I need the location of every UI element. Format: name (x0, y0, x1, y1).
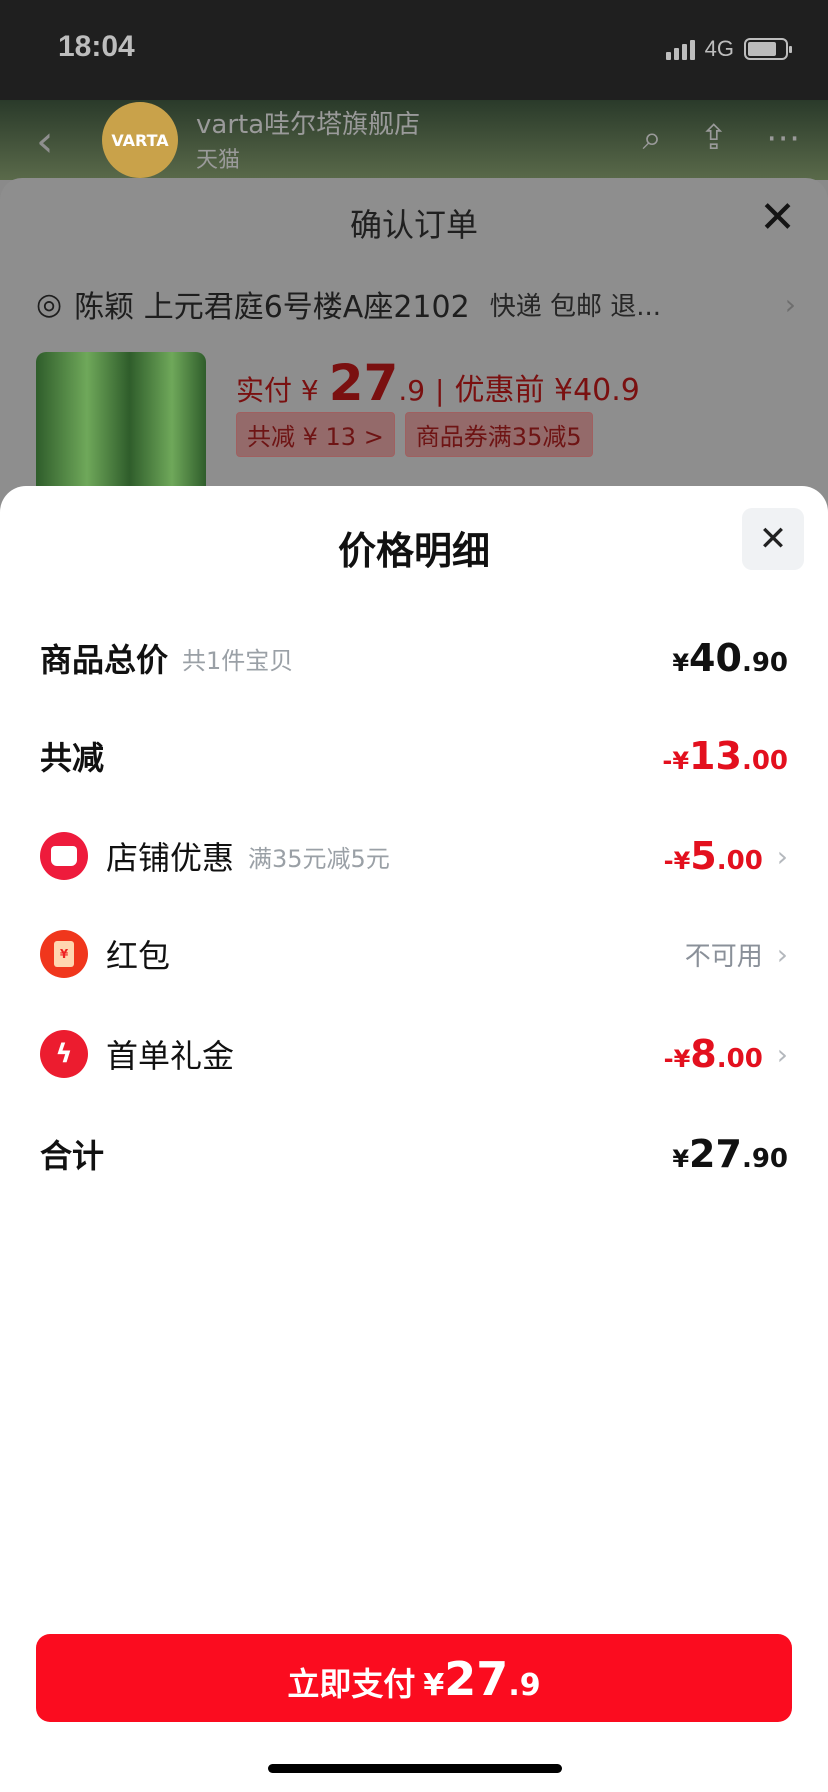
total-price-label: 商品总价 (40, 641, 169, 679)
signal-icon (665, 38, 695, 60)
row-red-packet[interactable]: ¥ 红包 不可用 › (40, 924, 788, 984)
shop-toolbar: ⌕ ⇪ ⋯ (642, 118, 800, 158)
first-order-gift-label: 首单礼金 (106, 1037, 235, 1075)
battery-icon (744, 38, 792, 60)
item-count: 共1件宝贝 (182, 646, 294, 675)
chevron-right-icon: › (776, 937, 788, 971)
home-indicator (268, 1764, 562, 1773)
search-icon[interactable]: ⌕ (642, 118, 661, 158)
delivery-tags: 快递 包邮 退... (489, 291, 662, 322)
price-separator: | (435, 374, 445, 407)
chevron-right-icon: › (776, 1037, 788, 1071)
pay-amount: 27 (444, 1652, 509, 1706)
close-icon[interactable]: ✕ (759, 192, 796, 243)
shop-subtitle: 天猫 (196, 148, 241, 173)
total-price-value: ¥40.90 (672, 636, 788, 680)
price-amount: 27.9 (328, 354, 426, 412)
pay-now-button[interactable]: 立即支付 ¥27.9 (36, 1634, 792, 1722)
store-icon (40, 832, 88, 880)
address-text: 陈颖 上元君庭6号楼A座2102 (74, 290, 470, 325)
price-prefix: 实付 ¥ (236, 374, 319, 407)
location-pin-icon: ◎ (36, 286, 63, 322)
shop-header: ‹ VARTA varta哇尔塔旗舰店 天猫 ⌕ ⇪ ⋯ (0, 100, 828, 180)
promo-tag-coupon[interactable]: 商品券满35减5 (404, 412, 593, 457)
red-packet-status: 不可用 (684, 941, 763, 972)
total-reduce-label: 共减 (40, 739, 105, 777)
sum-label: 合计 (40, 1137, 105, 1175)
row-total-reduce: 共减 -¥ 13.00 (40, 726, 788, 786)
promo-tag-total-reduce[interactable]: 共减 ¥ 13 > (236, 412, 395, 457)
red-packet-icon: ¥ (40, 930, 88, 978)
shop-name[interactable]: varta哇尔塔旗舰店 (196, 104, 420, 141)
row-store-discount[interactable]: 店铺优惠 满35元减5元 -¥ 5.00 › (40, 826, 788, 886)
row-sum: 合计 ¥27.90 (40, 1124, 788, 1184)
order-sheet-title: 确认订单 (349, 206, 478, 244)
store-discount-label: 店铺优惠 (106, 839, 235, 877)
status-bar: 18:04 4G (0, 0, 828, 100)
red-packet-value: 不可用 › (685, 936, 788, 973)
pay-now-label: 立即支付 (287, 1665, 416, 1703)
status-time: 18:04 (58, 30, 135, 63)
network-label: 4G (704, 36, 734, 61)
chevron-right-icon: › (776, 839, 788, 873)
total-reduce-value: -¥ 13.00 (662, 734, 788, 778)
red-packet-label: 红包 (106, 937, 171, 975)
store-discount-rule: 满35元减5元 (248, 844, 390, 873)
address-row[interactable]: ◎ 陈颖 上元君庭6号楼A座2102 快递 包邮 退... › (36, 274, 796, 334)
price-before-discount: 优惠前 ¥40.9 (454, 373, 640, 408)
pay-price-line: 实付 ¥ 27.9 | 优惠前 ¥40.9 (236, 354, 640, 412)
shop-logo: VARTA (102, 102, 178, 178)
row-total-price (40, 546, 788, 606)
sum-value: ¥27.90 (672, 1132, 788, 1176)
status-indicators: 4G (665, 36, 792, 62)
row-first-order-gift[interactable]: ϟ 首单礼金 -¥ 8.00 › (40, 1024, 788, 1084)
product-image (36, 352, 206, 502)
lightning-icon: ϟ (40, 1030, 88, 1078)
promo-tags: 共减 ¥ 13 > 商品券满35减5 (236, 412, 593, 457)
more-icon[interactable]: ⋯ (766, 118, 800, 158)
share-icon[interactable]: ⇪ (700, 118, 729, 158)
chevron-right-icon: › (784, 287, 796, 321)
store-discount-value: -¥ 5.00 › (663, 834, 788, 878)
first-order-gift-value: -¥ 8.00 › (663, 1032, 788, 1076)
back-icon[interactable]: ‹ (36, 116, 54, 167)
row-total-price: 商品总价 共1件宝贝 ¥40.90 (40, 628, 788, 688)
